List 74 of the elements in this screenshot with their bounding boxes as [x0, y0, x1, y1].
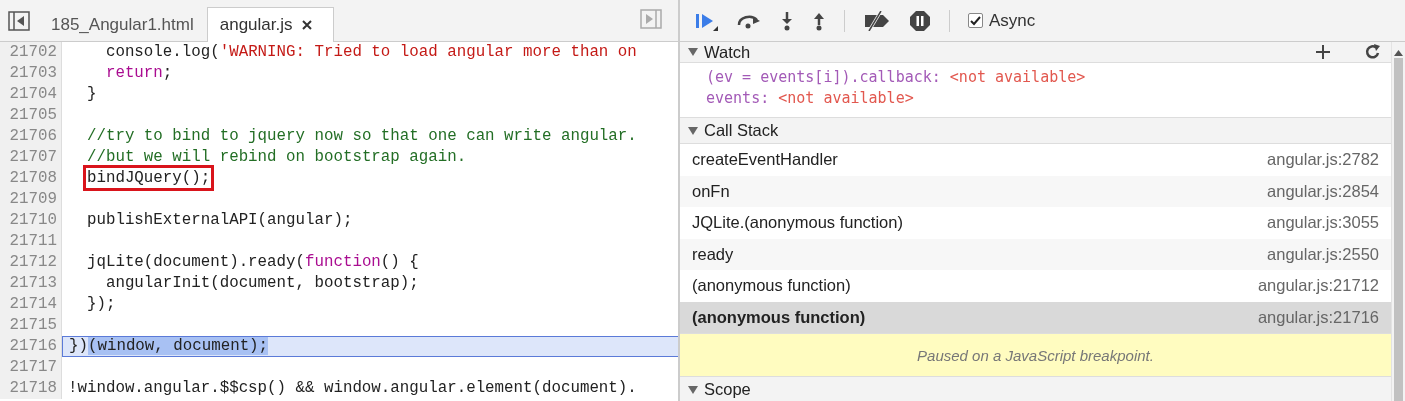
line-number: 21703 [0, 63, 62, 84]
function-name: ready [692, 244, 734, 264]
line-number: 21717 [0, 357, 62, 378]
line-number: 21714 [0, 294, 62, 315]
line-number: 21707 [0, 147, 62, 168]
expanded-triangle-icon[interactable] [688, 125, 698, 136]
code-text: return; [104, 63, 174, 84]
call-frame[interactable]: (anonymous function) angular.js:21716 [680, 301, 1391, 333]
section-title: Watch [704, 42, 751, 62]
async-checkbox[interactable] [968, 13, 983, 28]
source-location: angular.js:2854 [1267, 181, 1379, 201]
navigator-toggle-icon[interactable] [8, 10, 30, 31]
code-text: publishExternalAPI(angular); [85, 210, 354, 231]
section-header[interactable]: Scope [680, 377, 1391, 401]
step-over-icon[interactable] [736, 12, 762, 29]
line-number: 21710 [0, 210, 62, 231]
line-number: 21716 [0, 336, 62, 357]
code-text: }); [85, 294, 117, 315]
line-number: 21709 [0, 189, 62, 210]
paused-message: Paused on a JavaScript breakpoint. [680, 333, 1391, 377]
section-header[interactable]: Call Stack [680, 118, 1391, 144]
add-icon[interactable] [1315, 44, 1331, 60]
source-location: angular.js:21712 [1257, 276, 1379, 296]
line-number: 21702 [0, 42, 62, 63]
code-text: //but we will rebind on bootstrap again. [85, 147, 468, 168]
scroll-up-icon[interactable] [1394, 50, 1403, 56]
expanded-triangle-icon[interactable] [688, 384, 698, 395]
section-title: Scope [704, 380, 751, 399]
line-number: 21706 [0, 126, 62, 147]
close-icon[interactable] [300, 19, 313, 31]
code-text: } [85, 84, 98, 105]
function-name: JQLite.(anonymous function) [692, 213, 903, 233]
code-text: !window.angular.$$csp() && window.angular.element(document). [67, 378, 638, 399]
line-number: 21715 [0, 315, 62, 336]
section-title: Call Stack [704, 121, 779, 140]
refresh-icon[interactable] [1365, 44, 1381, 60]
line-number: 21711 [0, 231, 62, 252]
async-label: Async [989, 10, 1036, 31]
section-header[interactable]: Watch [680, 42, 1391, 63]
file-tab[interactable]: 185_Angular1.html [38, 7, 207, 41]
watch-expression: events: <not available> [706, 88, 915, 109]
file-tab[interactable]: angular.js [206, 7, 334, 42]
code-text: })(window, document); [62, 336, 678, 357]
line-number: 21704 [0, 84, 62, 105]
source-location: angular.js:2550 [1267, 244, 1379, 264]
deactivate-breakpoints-icon[interactable] [863, 10, 891, 31]
code-text: jqLite(document).ready(function() { [85, 252, 420, 273]
code-text: angularInit(document, bootstrap); [104, 273, 420, 294]
code-text: console.log('WARNING: Tried to load angular more than on [104, 42, 638, 63]
source-location: angular.js:21716 [1257, 307, 1379, 327]
step-into-icon[interactable] [780, 10, 794, 31]
line-number: 21712 [0, 252, 62, 273]
function-name: (anonymous function) [692, 307, 866, 327]
source-location: angular.js:3055 [1267, 213, 1379, 233]
scrollbar[interactable] [1391, 42, 1405, 401]
function-name: onFn [692, 181, 730, 201]
pause-on-exceptions-icon[interactable] [909, 9, 931, 32]
expanded-triangle-icon[interactable] [688, 47, 698, 57]
source-location: angular.js:2782 [1267, 150, 1379, 170]
code-text: //try to bind to jquery now so that one can write angular. [85, 126, 638, 147]
line-number: 21718 [0, 378, 62, 399]
debugger-toggle-icon[interactable] [640, 8, 662, 29]
line-number: 21708 [0, 168, 62, 189]
call-frame[interactable]: (anonymous function) angular.js:21712 [680, 270, 1391, 302]
call-frame[interactable]: JQLite.(anonymous function) angular.js:3055 [680, 207, 1391, 239]
watch-expression: (ev = events[i]).callback: <not available> [706, 67, 1087, 88]
code-text: bindJQuery(); [62, 168, 678, 189]
line-number: 21705 [0, 105, 62, 126]
line-number: 21713 [0, 273, 62, 294]
function-name: createEventHandler [692, 150, 838, 170]
call-frame[interactable]: createEventHandler angular.js:2782 [680, 144, 1391, 176]
function-name: (anonymous function) [692, 276, 851, 296]
call-frame[interactable]: onFn angular.js:2854 [680, 175, 1391, 207]
call-frame[interactable]: ready angular.js:2550 [680, 238, 1391, 270]
